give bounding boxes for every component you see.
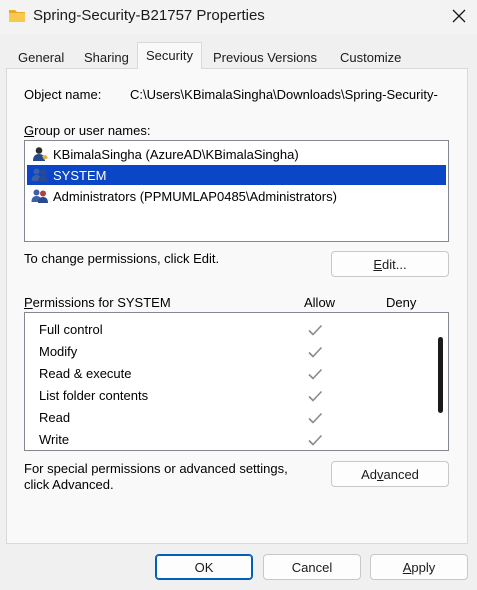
object-name-value: C:\Users\KBimalaSingha\Downloads\Spring-… (130, 87, 438, 102)
special-permissions-text-line2: click Advanced. (24, 477, 114, 492)
user-name: KBimalaSingha (AzureAD\KBimalaSingha) (53, 146, 299, 162)
folder-icon (9, 10, 25, 22)
tab-general[interactable]: General (10, 46, 72, 68)
allow-check-icon (308, 346, 323, 358)
permissions-scrollbar[interactable] (431, 313, 448, 450)
user-name: Administrators (PPMUMLAP0485\Administrat… (53, 188, 337, 204)
list-item: Read (25, 407, 430, 429)
tab-security[interactable]: Security (137, 42, 202, 69)
permission-name: Read & execute (39, 366, 132, 381)
object-name-label: Object name: (24, 87, 102, 102)
allow-check-icon (308, 324, 323, 336)
allow-header: Allow (304, 295, 336, 310)
list-item: List folder contents (25, 385, 430, 407)
deny-header: Deny (386, 295, 417, 310)
close-icon (452, 9, 465, 23)
user-group-icon (31, 189, 48, 203)
tab-sharing[interactable]: Sharing (76, 46, 137, 68)
allow-check-icon (308, 390, 323, 402)
cancel-button[interactable]: Cancel (263, 554, 361, 580)
allow-check-icon (308, 434, 323, 446)
window-title: Spring-Security-B21757 Properties (33, 7, 265, 24)
permission-name: List folder contents (39, 388, 149, 403)
user-name: SYSTEM (53, 167, 107, 183)
list-item: Modify (25, 341, 430, 363)
allow-check-icon (308, 368, 323, 380)
user-icon (33, 147, 48, 161)
permission-name: Full control (39, 322, 103, 337)
permission-name: Write (39, 432, 70, 447)
permissions-list[interactable]: Full control Modify Read & execute List … (24, 312, 449, 451)
list-item: Full control (25, 319, 430, 341)
permissions-label: Permissions for SYSTEM (24, 295, 171, 310)
tab-previous-versions[interactable]: Previous Versions (205, 46, 325, 68)
close-button[interactable] (440, 0, 477, 32)
edit-button[interactable]: Edit... (331, 251, 449, 277)
list-item: Read & execute (25, 363, 430, 385)
list-item[interactable]: KBimalaSingha (AzureAD\KBimalaSingha) (27, 144, 446, 164)
scrollbar-thumb[interactable] (438, 337, 443, 413)
list-item: Write (25, 429, 430, 450)
permission-name: Modify (39, 344, 78, 359)
advanced-button[interactable]: Ad v anced (331, 461, 449, 487)
user-group-icon (31, 168, 48, 182)
change-permissions-hint: To change permissions, click Edit. (24, 251, 220, 266)
group-user-names-label: Group or user names: (24, 123, 151, 138)
list-item[interactable]: SYSTEM (27, 165, 446, 185)
users-list[interactable]: KBimalaSingha (AzureAD\KBimalaSingha) SY… (24, 140, 449, 242)
permission-name: Read (39, 410, 71, 425)
allow-check-icon (308, 412, 323, 424)
ok-button[interactable]: OK (155, 554, 253, 580)
special-permissions-text-line1: For special permissions or advanced sett… (24, 461, 288, 476)
tab-customize[interactable]: Customize (332, 46, 409, 68)
apply-button[interactable]: Apply (370, 554, 468, 580)
list-item[interactable]: Administrators (PPMUMLAP0485\Administrat… (27, 186, 446, 206)
